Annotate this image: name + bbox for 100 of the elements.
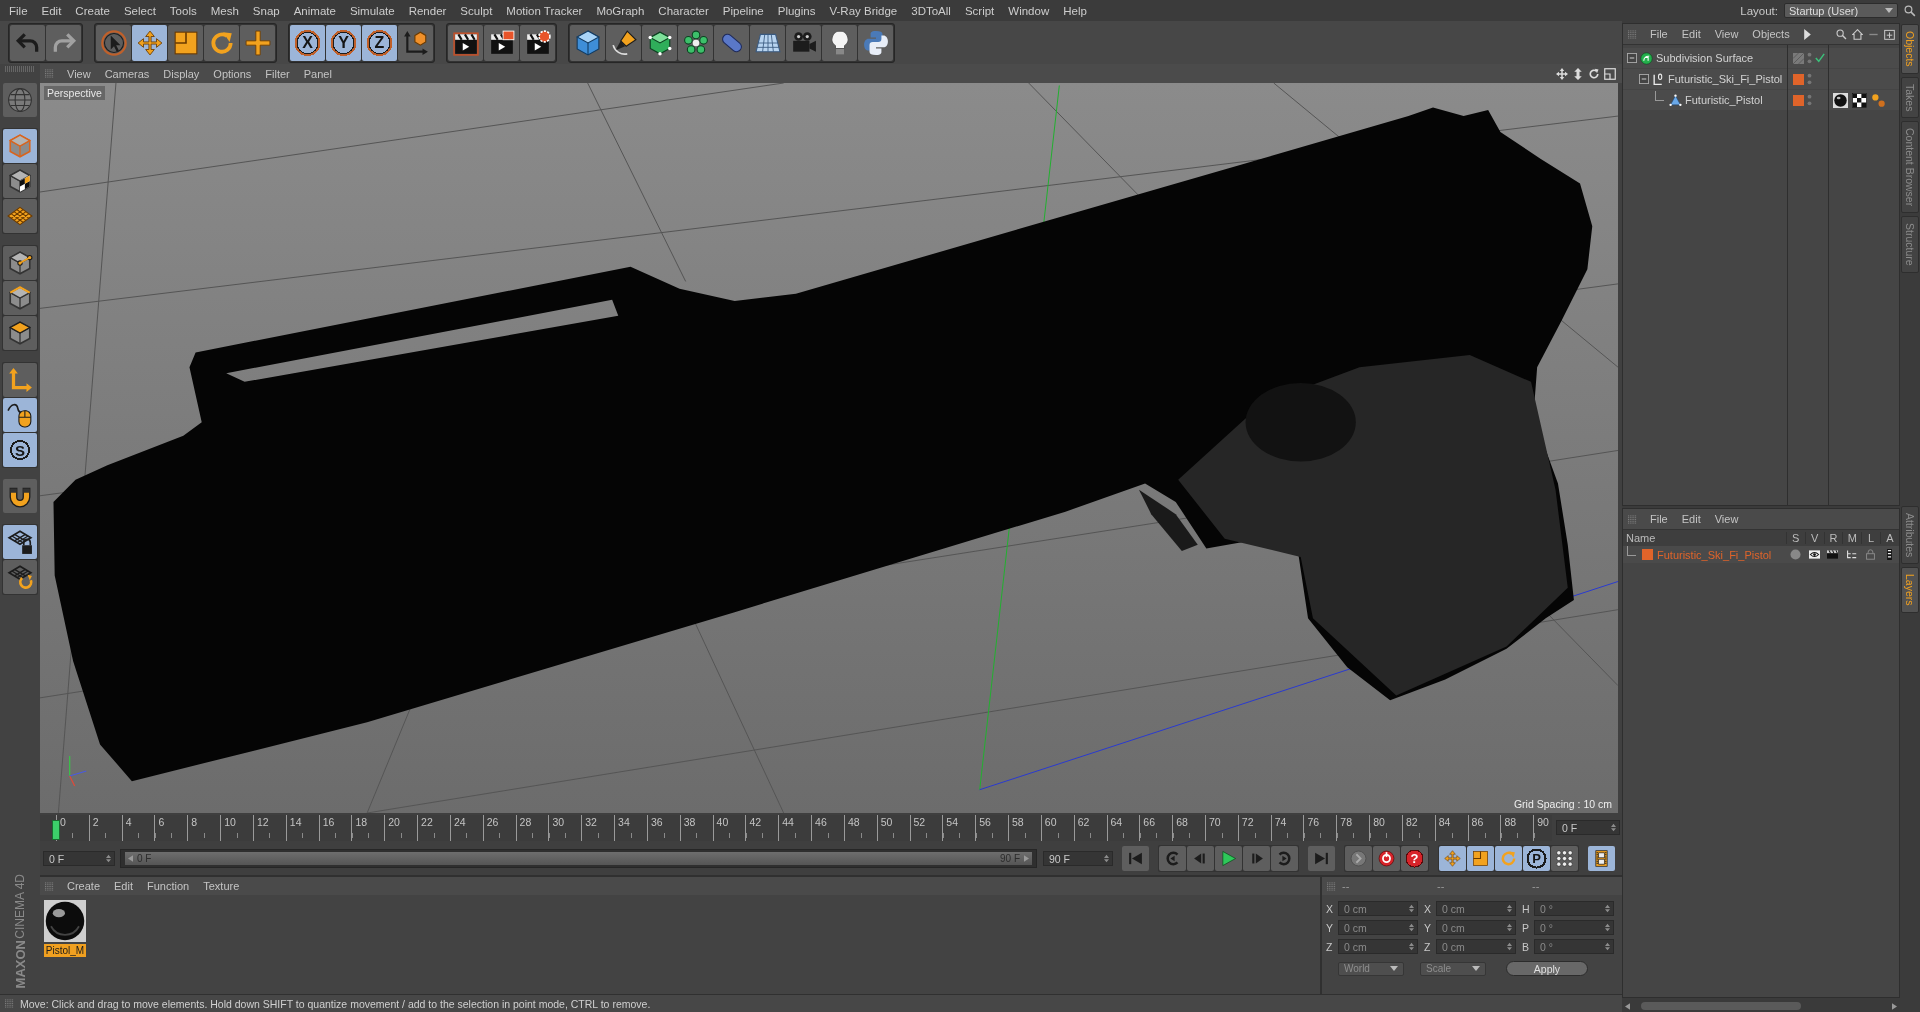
menu-item[interactable]: Edit: [1674, 513, 1708, 525]
rotate-button[interactable]: [204, 24, 239, 61]
render-view-button[interactable]: [448, 24, 483, 61]
pen-button[interactable]: [606, 24, 641, 61]
menu-item[interactable]: Mesh: [203, 4, 246, 17]
select-button[interactable]: [96, 24, 131, 61]
first-button[interactable]: [1122, 846, 1149, 871]
spinner-arrows-icon[interactable]: [1611, 823, 1616, 832]
menu-item[interactable]: Select: [116, 4, 163, 17]
column-header[interactable]: V: [1804, 532, 1824, 544]
side-tab[interactable]: Content Browser: [1901, 121, 1919, 214]
subdivision-button[interactable]: [642, 24, 677, 61]
spinner-arrows-icon[interactable]: [1409, 923, 1414, 932]
coordinate-field[interactable]: 0 cm: [1436, 920, 1516, 935]
apply-button[interactable]: Apply: [1506, 961, 1588, 976]
undo-button[interactable]: [10, 24, 45, 61]
solo-dot-icon[interactable]: [1789, 549, 1801, 560]
clapperboard-icon[interactable]: [1827, 549, 1839, 560]
last-button[interactable]: [1308, 846, 1335, 871]
column-header[interactable]: Name: [1623, 532, 1786, 544]
menu-item[interactable]: MoGraph: [589, 4, 652, 17]
cloner-button[interactable]: [678, 24, 713, 61]
column-header[interactable]: A: [1880, 532, 1899, 544]
menu-item[interactable]: File: [1643, 28, 1675, 40]
spinner-arrows-icon[interactable]: [1507, 923, 1512, 932]
render-viewer-button[interactable]: [484, 24, 519, 61]
keyselect-button[interactable]: ?: [1401, 846, 1428, 871]
3d-viewport[interactable]: Perspective Grid Spacing : 10 cm: [40, 83, 1618, 813]
coordinate-field[interactable]: 0 °: [1534, 939, 1614, 954]
start-frame-field[interactable]: 0 F: [43, 851, 115, 866]
menu-item[interactable]: Tools: [162, 4, 204, 17]
spinner-arrows-icon[interactable]: [1605, 923, 1610, 932]
add-button[interactable]: [240, 24, 275, 61]
hatched-swatch-icon[interactable]: [1793, 52, 1804, 64]
spinner-arrows-icon[interactable]: [106, 854, 111, 863]
left-arrow-icon[interactable]: [128, 855, 133, 862]
menu-item[interactable]: Function: [140, 880, 197, 892]
solo-tool-button[interactable]: S: [3, 433, 37, 467]
panel-grip-icon[interactable]: [1628, 29, 1637, 39]
column-header[interactable]: S: [1785, 532, 1805, 544]
axis-button[interactable]: X: [290, 24, 325, 61]
search-icon[interactable]: [1904, 4, 1916, 17]
right-arrow-icon[interactable]: [1024, 855, 1029, 862]
layer-swatch-icon[interactable]: [1642, 549, 1653, 560]
home-icon[interactable]: [1852, 28, 1863, 40]
menu-item[interactable]: Animate: [286, 4, 343, 17]
axis-button[interactable]: Z: [362, 24, 397, 61]
tweak-tool-button[interactable]: [3, 398, 37, 432]
right-arrow-icon[interactable]: [1892, 1002, 1897, 1010]
edges-tool-button[interactable]: [3, 281, 37, 315]
menu-item[interactable]: Objects: [1745, 28, 1797, 40]
points-tool-button[interactable]: [3, 246, 37, 280]
param-button[interactable]: P: [1523, 846, 1550, 871]
menu-item[interactable]: Edit: [1674, 28, 1708, 40]
spinner-arrows-icon[interactable]: [1507, 904, 1512, 913]
panel-grip-icon[interactable]: [1628, 514, 1637, 524]
menu-item[interactable]: View: [1707, 28, 1746, 40]
menu-item[interactable]: Script: [957, 4, 1002, 17]
coordinate-field[interactable]: 0 cm: [1338, 901, 1418, 916]
panel-grip-icon[interactable]: [45, 69, 54, 78]
pla-button[interactable]: [1551, 846, 1578, 871]
next-button[interactable]: [1243, 846, 1270, 871]
object-name[interactable]: Futuristic_Pistol: [1685, 94, 1763, 106]
lock-icon[interactable]: [1865, 549, 1877, 560]
menu-item[interactable]: Texture: [196, 880, 247, 892]
prevkey-button[interactable]: [1159, 846, 1186, 871]
prev-button[interactable]: [1187, 846, 1214, 871]
render-settings-button[interactable]: [520, 24, 555, 61]
make-editable-tool-button[interactable]: [3, 83, 37, 117]
menu-item[interactable]: Snap: [245, 4, 287, 17]
spinner-arrows-icon[interactable]: [1104, 854, 1109, 863]
side-tab[interactable]: Objects: [1901, 24, 1919, 74]
spinner-arrows-icon[interactable]: [1409, 904, 1414, 913]
workplane-tool-button[interactable]: [3, 199, 37, 233]
search-icon[interactable]: [1836, 28, 1847, 40]
layout-dropdown[interactable]: Startup (User): [1784, 3, 1898, 18]
hierarchy-icon[interactable]: [1846, 549, 1858, 560]
collapse-box-icon[interactable]: [1639, 74, 1649, 84]
collapse-box-icon[interactable]: [1627, 53, 1637, 63]
viewport-menu-item[interactable]: Cameras: [97, 67, 157, 80]
vertical-arrows-icon[interactable]: [1572, 67, 1584, 80]
cube-button[interactable]: [570, 24, 605, 61]
visibility-dots-icon[interactable]: [1807, 73, 1812, 85]
pan-arrows-icon[interactable]: [1556, 67, 1568, 80]
side-tab[interactable]: Attributes: [1901, 505, 1919, 565]
side-tab[interactable]: Takes: [1901, 76, 1919, 119]
coordinate-field[interactable]: 0 °: [1534, 920, 1614, 935]
lock-workplane-tool-button[interactable]: [3, 525, 37, 559]
texture-tool-button[interactable]: [3, 164, 37, 198]
viewport-menu-item[interactable]: Options: [206, 67, 259, 80]
menu-item[interactable]: Help: [1056, 4, 1094, 17]
side-tab[interactable]: Layers: [1901, 567, 1919, 613]
coordinate-field[interactable]: 0 °: [1534, 901, 1614, 916]
autokey-button[interactable]: [1373, 846, 1400, 871]
side-tab[interactable]: Structure: [1901, 216, 1919, 273]
visibility-dots-icon[interactable]: [1807, 52, 1812, 64]
menu-item[interactable]: Create: [68, 4, 117, 17]
column-header[interactable]: L: [1861, 532, 1881, 544]
viewport-menu-item[interactable]: View: [60, 67, 98, 80]
rotate-icon[interactable]: [1588, 67, 1600, 80]
